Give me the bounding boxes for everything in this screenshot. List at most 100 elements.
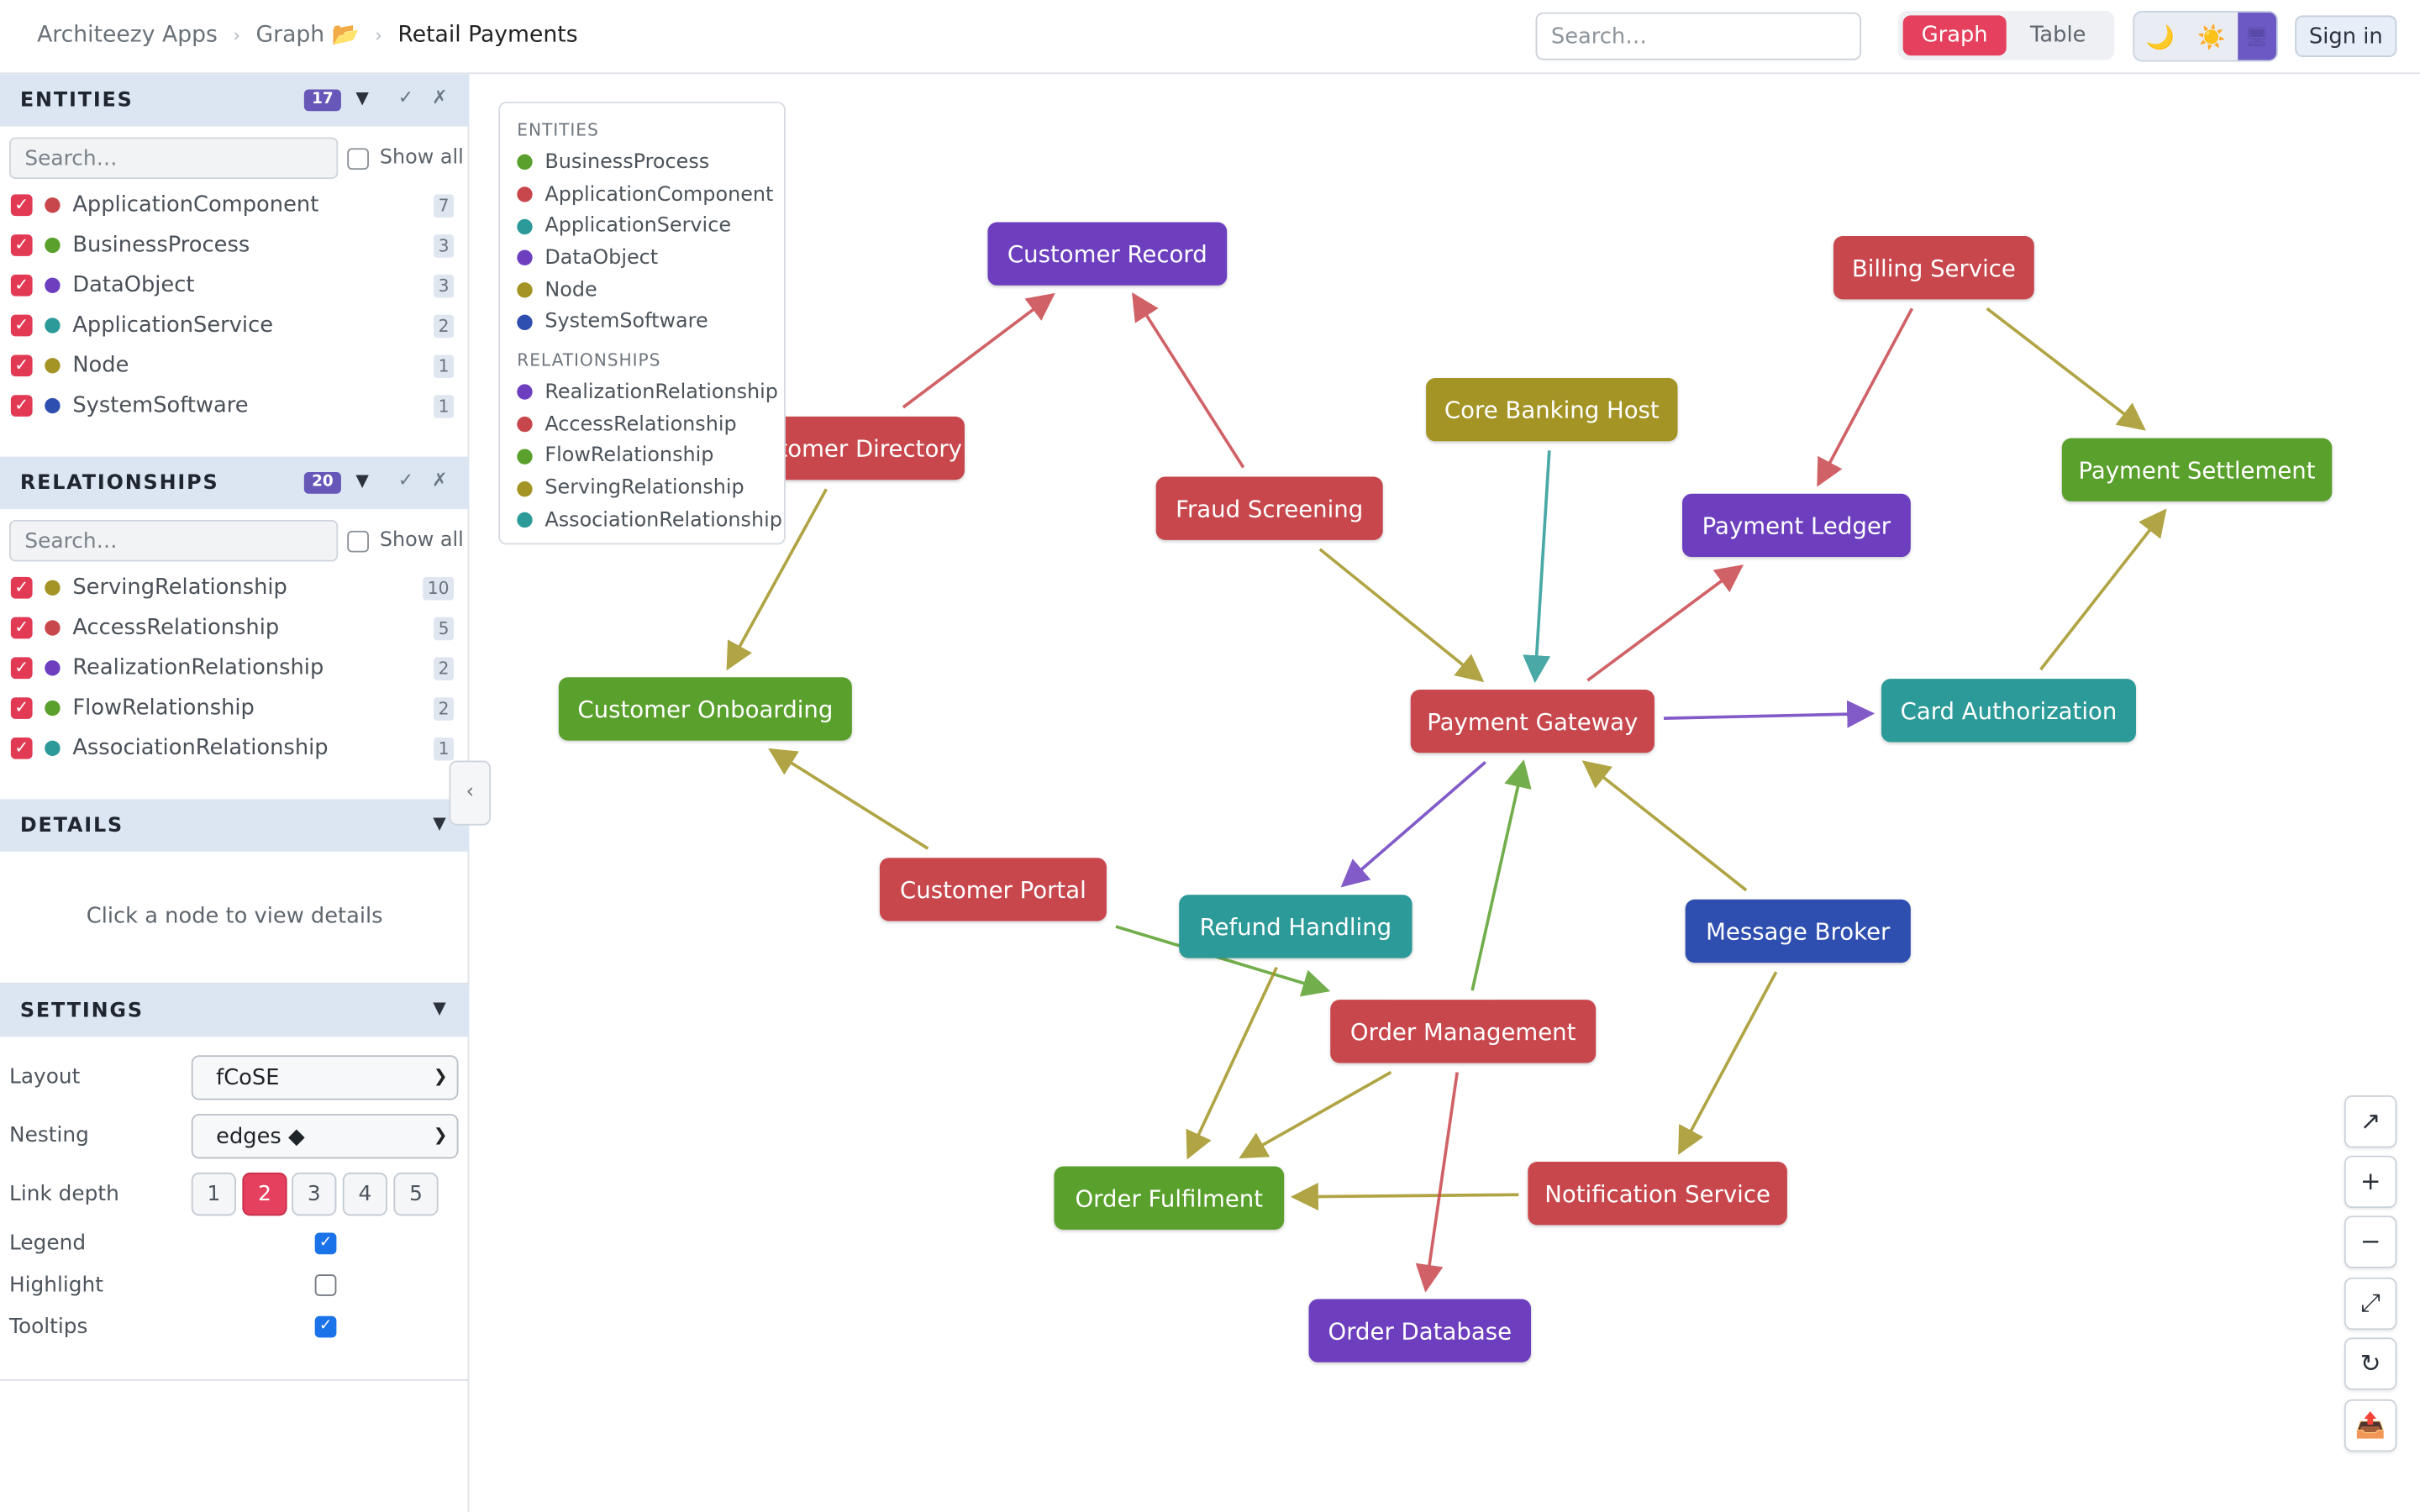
scrollbar[interactable] xyxy=(2405,0,2420,74)
filter-checkbox[interactable]: ✓ xyxy=(10,274,33,297)
node-payment-settlement[interactable]: Payment Settlement xyxy=(2061,438,2333,501)
filter-checkbox[interactable]: ✓ xyxy=(10,737,33,759)
edge-fraud-screening-to-customer-record[interactable] xyxy=(1132,292,1245,469)
link-depth-button-4[interactable]: 4 xyxy=(342,1172,388,1216)
link-depth-button-1[interactable]: 1 xyxy=(191,1172,237,1216)
filter-checkbox[interactable]: ✓ xyxy=(10,395,33,417)
entities-row[interactable]: ✓ ApplicationComponent 7 xyxy=(0,185,469,225)
show-all-checkbox[interactable] xyxy=(347,529,369,552)
export-icon[interactable]: ↗ xyxy=(2344,1095,2397,1148)
entities-row[interactable]: ✓ DataObject 3 xyxy=(0,265,469,306)
sign-in-button[interactable]: Sign in xyxy=(2295,15,2397,57)
filter-checkbox[interactable]: ✓ xyxy=(10,697,33,719)
node-order-database[interactable]: Order Database xyxy=(1308,1299,1532,1362)
entities-row[interactable]: ✓ ApplicationService 2 xyxy=(0,306,469,346)
entities-row[interactable]: ✓ Node 1 xyxy=(0,345,469,386)
highlight-checkbox[interactable] xyxy=(314,1274,337,1296)
edge-order-management-to-order-database[interactable] xyxy=(1415,1072,1459,1293)
select-all-icon[interactable]: ✓ xyxy=(398,87,413,108)
settings-header[interactable]: SETTINGS ▼ xyxy=(0,984,470,1037)
edge-message-broker-to-payment-gateway[interactable] xyxy=(1581,760,1748,892)
table-view-button[interactable]: Table xyxy=(2007,15,2110,55)
edge-core-banking-host-to-payment-gateway[interactable] xyxy=(1523,450,1551,684)
filter-checkbox[interactable]: ✓ xyxy=(10,194,33,217)
relationships-row[interactable]: ✓ ServingRelationship 10 xyxy=(0,568,469,608)
filter-checkbox[interactable]: ✓ xyxy=(10,617,33,639)
node-customer-record[interactable]: Customer Record xyxy=(987,222,1228,286)
clear-all-icon[interactable]: ✗ xyxy=(432,469,447,491)
node-message-broker[interactable]: Message Broker xyxy=(1685,899,1911,963)
entities-row[interactable]: ✓ BusinessProcess 3 xyxy=(0,225,469,265)
edge-payment-gateway-to-refund-handling[interactable] xyxy=(1340,760,1486,888)
graph-canvas[interactable]: Customer Record Customer Directory Billing… xyxy=(471,74,2420,1512)
tooltips-checkbox[interactable]: ✓ xyxy=(314,1315,337,1338)
edge-notification-service-to-order-fulfilment[interactable] xyxy=(1290,1182,1519,1211)
edge-order-management-to-order-fulfilment[interactable] xyxy=(1239,1070,1392,1159)
edge-fraud-screening-to-payment-gateway[interactable] xyxy=(1318,548,1485,683)
edge-message-broker-to-notification-service[interactable] xyxy=(1678,971,1778,1155)
clear-all-icon[interactable]: ✗ xyxy=(432,87,447,108)
filter-checkbox[interactable]: ✓ xyxy=(10,354,33,377)
graph-view-button[interactable]: Graph xyxy=(1902,15,2007,56)
entities-show-all[interactable]: Show all xyxy=(347,146,464,170)
node-billing-service[interactable]: Billing Service xyxy=(1833,236,2034,300)
legend-checkbox[interactable]: ✓ xyxy=(314,1232,337,1255)
fit-icon[interactable]: ⤢ xyxy=(2344,1277,2397,1331)
relationships-header[interactable]: RELATIONSHIPS 20 ▼ ✓ ✗ xyxy=(0,456,470,510)
chevron-down-icon[interactable]: ▼ xyxy=(355,88,369,108)
show-all-checkbox[interactable] xyxy=(347,147,369,170)
system-theme-icon[interactable]: 🖥 xyxy=(2237,12,2277,60)
chevron-down-icon[interactable]: ▼ xyxy=(433,998,446,1018)
filter-checkbox[interactable]: ✓ xyxy=(10,314,33,337)
relationships-row[interactable]: ✓ AssociationRelationship 1 xyxy=(0,728,469,769)
edge-customer-directory-to-customer-record[interactable] xyxy=(902,292,1055,409)
chevron-down-icon[interactable]: ▼ xyxy=(433,813,446,833)
relationships-row[interactable]: ✓ AccessRelationship 5 xyxy=(0,608,469,648)
node-order-fulfilment[interactable]: Order Fulfilment xyxy=(1054,1166,1285,1230)
breadcrumb-graph[interactable]: Graph 📂 xyxy=(255,22,359,48)
entities-header[interactable]: ENTITIES 17 ▼ ✓ ✗ xyxy=(0,74,470,127)
filter-checkbox[interactable]: ✓ xyxy=(10,576,33,599)
edge-customer-portal-to-customer-onboarding[interactable] xyxy=(768,748,929,850)
relationships-show-all[interactable]: Show all xyxy=(347,529,464,553)
search-input[interactable] xyxy=(1535,12,1862,60)
chevron-down-icon[interactable]: ▼ xyxy=(355,470,369,491)
dark-theme-icon[interactable]: 🌙 xyxy=(2134,13,2186,60)
node-refund-handling[interactable]: Refund Handling xyxy=(1179,895,1413,958)
link-depth-button-3[interactable]: 3 xyxy=(292,1172,337,1216)
details-header[interactable]: DETAILS ▼ xyxy=(0,799,470,852)
relayout-icon[interactable]: ↻ xyxy=(2344,1337,2397,1390)
link-depth-button-2[interactable]: 2 xyxy=(242,1172,287,1216)
node-card-authorization[interactable]: Card Authorization xyxy=(1881,679,2136,743)
entities-row[interactable]: ✓ SystemSoftware 1 xyxy=(0,386,469,426)
select-all-icon[interactable]: ✓ xyxy=(398,469,413,491)
node-notification-service[interactable]: Notification Service xyxy=(1528,1162,1787,1226)
filter-checkbox[interactable]: ✓ xyxy=(10,234,33,256)
node-order-management[interactable]: Order Management xyxy=(1330,1000,1597,1063)
node-customer-portal[interactable]: Customer Portal xyxy=(879,858,1107,921)
filter-checkbox[interactable]: ✓ xyxy=(10,657,33,680)
entities-search-input[interactable] xyxy=(9,137,339,180)
edge-payment-gateway-to-card-authorization[interactable] xyxy=(1663,700,1876,728)
edge-payment-gateway-to-payment-ledger[interactable] xyxy=(1586,564,1744,682)
edge-card-authorization-to-payment-settlement[interactable] xyxy=(2039,508,2167,671)
edge-billing-service-to-payment-ledger[interactable] xyxy=(1817,307,1914,487)
relationships-search-input[interactable] xyxy=(9,519,339,562)
light-theme-icon[interactable]: ☀️ xyxy=(2186,13,2237,60)
layout-select[interactable]: fCoSE ❯ xyxy=(191,1055,459,1100)
relationships-row[interactable]: ✓ FlowRelationship 2 xyxy=(0,688,469,728)
edge-order-management-to-payment-gateway[interactable] xyxy=(1470,759,1532,991)
node-payment-gateway[interactable]: Payment Gateway xyxy=(1410,690,1655,753)
zoom-in-icon[interactable]: + xyxy=(2344,1155,2397,1209)
relationships-row[interactable]: ✓ RealizationRelationship 2 xyxy=(0,648,469,688)
edge-refund-handling-to-order-fulfilment[interactable] xyxy=(1186,966,1278,1160)
zoom-out-icon[interactable]: − xyxy=(2344,1215,2397,1268)
link-depth-button-5[interactable]: 5 xyxy=(393,1172,439,1216)
download-icon[interactable]: 📤 xyxy=(2344,1399,2397,1452)
node-fraud-screening[interactable]: Fraud Screening xyxy=(1155,476,1383,540)
nesting-select[interactable]: edges ◆ ❯ xyxy=(191,1114,459,1159)
edge-billing-service-to-payment-settlement[interactable] xyxy=(1986,307,2146,431)
node-core-banking-host[interactable]: Core Banking Host xyxy=(1426,377,1678,442)
node-customer-onboarding[interactable]: Customer Onboarding xyxy=(558,677,852,741)
breadcrumb-app[interactable]: Architeezy Apps xyxy=(37,23,218,47)
